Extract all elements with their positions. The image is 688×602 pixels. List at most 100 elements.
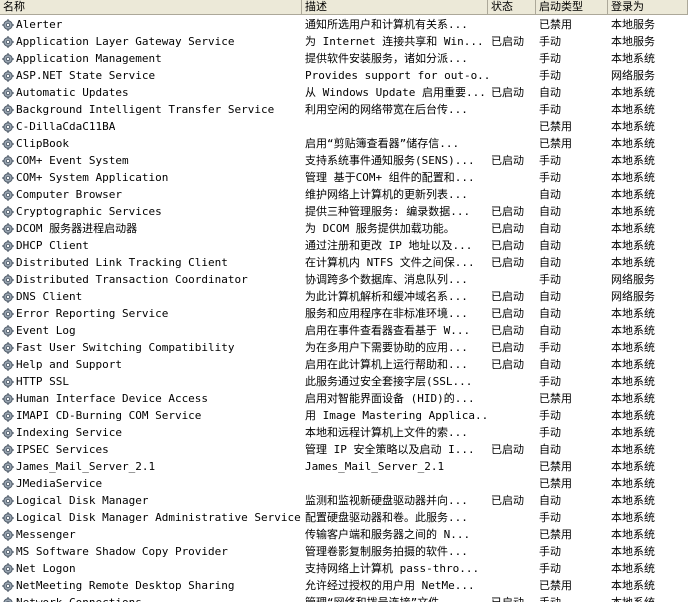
service-logon-as: 本地系统	[611, 460, 655, 473]
table-row[interactable]: Computer Browser 维护网络上计算机的更新列表... 自动 本地系统	[0, 186, 688, 203]
table-row[interactable]: James_Mail_Server_2.1 James_Mail_Server_2…	[0, 458, 688, 475]
service-gear-icon	[2, 477, 14, 490]
table-row[interactable]: Event Log 启用在事件查看器查看基于 W... 已启动 自动 本地系统	[0, 322, 688, 339]
service-name-cell[interactable]: Error Reporting Service	[0, 305, 302, 322]
service-status: 已启动	[491, 86, 524, 99]
table-row[interactable]: Application Layer Gateway Service 为 Inter…	[0, 33, 688, 50]
service-name-cell[interactable]: ASP.NET State Service	[0, 67, 302, 84]
column-header-logon-as[interactable]: 登录为	[608, 0, 688, 14]
table-row[interactable]: HTTP SSL 此服务通过安全套接字层(SSL... 手动 本地系统	[0, 373, 688, 390]
table-row[interactable]: ASP.NET State Service Provides support fo…	[0, 67, 688, 84]
table-row[interactable]: NetMeeting Remote Desktop Sharing 允许经过授权的…	[0, 577, 688, 594]
service-name-cell[interactable]: Automatic Updates	[0, 84, 302, 101]
table-row[interactable]: DCOM 服务器进程启动器 为 DCOM 服务提供加载功能。 已启动 自动 本地系统	[0, 220, 688, 237]
table-row[interactable]: Logical Disk Manager Administrative Serv…	[0, 509, 688, 526]
table-row[interactable]: Error Reporting Service 服务和应用程序在非标准环境... 已…	[0, 305, 688, 322]
service-name-cell[interactable]: MS Software Shadow Copy Provider	[0, 543, 302, 560]
service-name-cell[interactable]: Distributed Link Tracking Client	[0, 254, 302, 271]
service-name-cell[interactable]: Messenger	[0, 526, 302, 543]
service-status: 已启动	[491, 154, 524, 167]
service-name: Logical Disk Manager	[16, 494, 149, 507]
service-name-cell[interactable]: Application Layer Gateway Service	[0, 33, 302, 50]
table-row[interactable]: Indexing Service 本地和远程计算机上文件的索... 手动 本地系统	[0, 424, 688, 441]
table-row[interactable]: Messenger 传输客户端和服务器之间的 N... 已禁用 本地系统	[0, 526, 688, 543]
service-name: Automatic Updates	[16, 86, 129, 99]
service-startup-type: 已禁用	[539, 528, 572, 541]
table-row[interactable]: Logical Disk Manager 监测和监视新硬盘驱动器并向... 已启动 自…	[0, 492, 688, 509]
column-header-description[interactable]: 描述	[302, 0, 488, 14]
column-header-name[interactable]: 名称	[0, 0, 302, 14]
table-row[interactable]: C-DillaCdaC11BA 已禁用 本地系统	[0, 118, 688, 135]
column-header-status[interactable]: 状态	[488, 0, 536, 14]
table-row[interactable]: Network Connections 管理“网络和拨号连接”文件...已启动手动…	[0, 594, 688, 602]
service-startup-type: 已禁用	[539, 120, 572, 133]
service-name-cell[interactable]: Human Interface Device Access	[0, 390, 302, 407]
service-name-cell[interactable]: DNS Client	[0, 288, 302, 305]
service-status	[488, 169, 536, 186]
table-row[interactable]: MS Software Shadow Copy Provider 管理卷影复制服务…	[0, 543, 688, 560]
service-name-cell[interactable]: Indexing Service	[0, 424, 302, 441]
table-row[interactable]: Cryptographic Services 提供三种管理服务: 编录数据... 已…	[0, 203, 688, 220]
service-name-cell[interactable]: ClipBook	[0, 135, 302, 152]
service-name-cell[interactable]: Computer Browser	[0, 186, 302, 203]
service-name-cell[interactable]: Event Log	[0, 322, 302, 339]
table-row[interactable]: ClipBook 启用“剪贴簿查看器”储存信... 已禁用 本地系统	[0, 135, 688, 152]
service-name-cell[interactable]: Network Connections	[0, 594, 302, 602]
service-name-cell[interactable]: DHCP Client	[0, 237, 302, 254]
service-logon-as: 本地系统	[611, 358, 655, 371]
service-startup-type: 手动	[539, 511, 561, 524]
service-name: IPSEC Services	[16, 443, 109, 456]
table-row[interactable]: DNS Client 为此计算机解析和缓冲域名系... 已启动 自动 网络服务	[0, 288, 688, 305]
service-name-cell[interactable]: Alerter	[0, 16, 302, 33]
service-name-cell[interactable]: Cryptographic Services	[0, 203, 302, 220]
service-logon-as: 本地系统	[611, 188, 655, 201]
table-row[interactable]: Human Interface Device Access 启用对智能界面设备 (…	[0, 390, 688, 407]
service-description: 维护网络上计算机的更新列表...	[305, 188, 468, 201]
table-row[interactable]: Help and Support 启用在此计算机上运行帮助和... 已启动 自动 本地系…	[0, 356, 688, 373]
table-row[interactable]: Application Management 提供软件安装服务，诸如分派... 手动…	[0, 50, 688, 67]
table-row[interactable]: IMAPI CD-Burning COM Service 用 Image Mast…	[0, 407, 688, 424]
service-name-cell[interactable]: Net Logon	[0, 560, 302, 577]
table-row[interactable]: Background Intelligent Transfer Service 利…	[0, 101, 688, 118]
service-name-cell[interactable]: IPSEC Services	[0, 441, 302, 458]
service-name-cell[interactable]: Background Intelligent Transfer Service	[0, 101, 302, 118]
service-name-cell[interactable]: Logical Disk Manager	[0, 492, 302, 509]
service-status	[488, 475, 536, 492]
column-header-startup-type[interactable]: 启动类型	[536, 0, 608, 14]
service-description: 提供三种管理服务: 编录数据...	[305, 205, 471, 218]
table-row[interactable]: Automatic Updates 从 Windows Update 启用重要..…	[0, 84, 688, 101]
service-name-cell[interactable]: IMAPI CD-Burning COM Service	[0, 407, 302, 424]
service-name-cell[interactable]: Application Management	[0, 50, 302, 67]
service-name-cell[interactable]: C-DillaCdaC11BA	[0, 118, 302, 135]
table-row[interactable]: Distributed Transaction Coordinator 协调跨多个…	[0, 271, 688, 288]
table-row[interactable]: IPSEC Services 管理 IP 安全策略以及启动 I... 已启动 自动 本地…	[0, 441, 688, 458]
table-row[interactable]: DHCP Client 通过注册和更改 IP 地址以及... 已启动 自动 本地系统	[0, 237, 688, 254]
service-name-cell[interactable]: HTTP SSL	[0, 373, 302, 390]
service-logon-as: 本地系统	[611, 375, 655, 388]
service-logon-as: 本地服务	[611, 35, 655, 48]
service-name-cell[interactable]: NetMeeting Remote Desktop Sharing	[0, 577, 302, 594]
service-description: 管理 基于COM+ 组件的配置和...	[305, 171, 475, 184]
service-name-cell[interactable]: Distributed Transaction Coordinator	[0, 271, 302, 288]
table-row[interactable]: COM+ System Application 管理 基于COM+ 组件的配置和.…	[0, 169, 688, 186]
service-name-cell[interactable]: DCOM 服务器进程启动器	[0, 220, 302, 237]
service-name-cell[interactable]: Help and Support	[0, 356, 302, 373]
service-name-cell[interactable]: JMediaService	[0, 475, 302, 492]
table-row[interactable]: Distributed Link Tracking Client 在计算机内 NT…	[0, 254, 688, 271]
table-row[interactable]: COM+ Event System 支持系统事件通知服务(SENS)... 已启动 手…	[0, 152, 688, 169]
service-name: Network Connections	[16, 594, 142, 602]
table-row[interactable]: Fast User Switching Compatibility 为在多用户下需…	[0, 339, 688, 356]
service-name-cell[interactable]: COM+ System Application	[0, 169, 302, 186]
service-name-cell[interactable]: COM+ Event System	[0, 152, 302, 169]
table-row[interactable]: Alerter 通知所选用户和计算机有关系... 已禁用 本地服务	[0, 16, 688, 33]
service-description: 支持系统事件通知服务(SENS)...	[305, 154, 475, 167]
service-gear-icon	[2, 256, 14, 269]
service-name-cell[interactable]: James_Mail_Server_2.1	[0, 458, 302, 475]
service-description: 提供软件安装服务，诸如分派...	[305, 52, 468, 65]
table-row[interactable]: Net Logon 支持网络上计算机 pass-thro... 手动 本地系统	[0, 560, 688, 577]
service-status	[488, 577, 536, 594]
service-logon-as: 网络服务	[611, 69, 655, 82]
table-row[interactable]: JMediaService 已禁用 本地系统	[0, 475, 688, 492]
service-name-cell[interactable]: Fast User Switching Compatibility	[0, 339, 302, 356]
service-name-cell[interactable]: Logical Disk Manager Administrative Serv…	[0, 509, 302, 526]
